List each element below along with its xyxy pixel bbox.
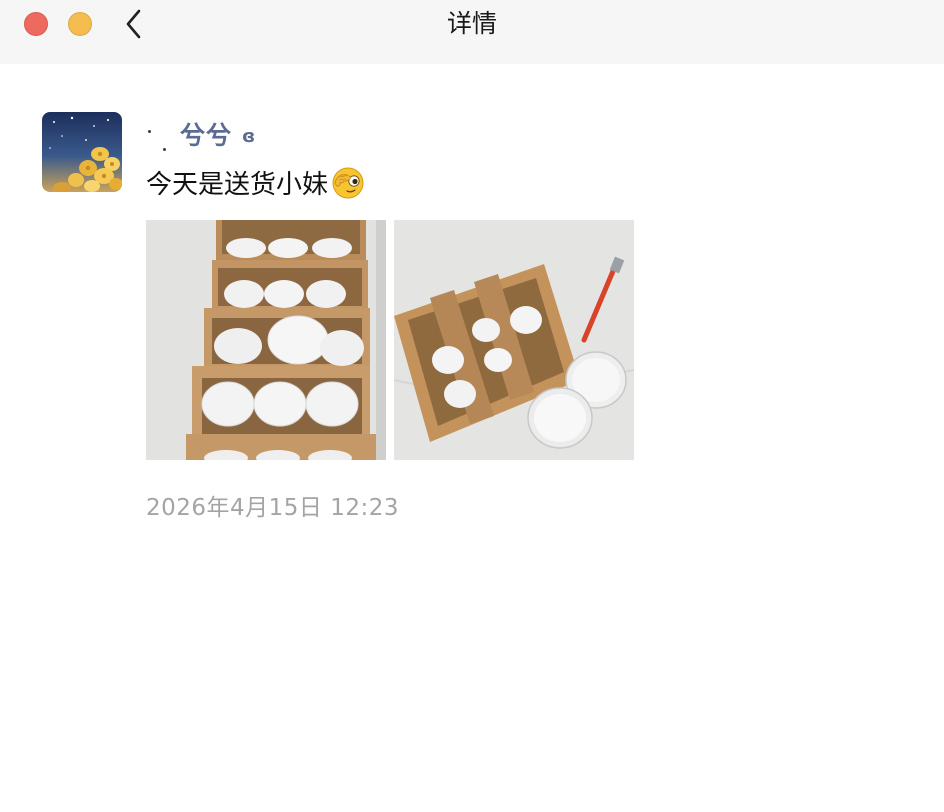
post-content: 今天是送货小妹	[146, 162, 366, 202]
moment-post: 兮兮 ɞ 今天是送货小妹 2026年4月15日 12:23	[0, 64, 944, 812]
back-button[interactable]	[118, 6, 150, 42]
window-close-button[interactable]	[24, 12, 48, 36]
post-photo-2[interactable]	[394, 220, 634, 460]
author-name-suffix: ɞ	[242, 125, 256, 147]
chevron-left-icon	[126, 9, 141, 39]
title-bar: 详情	[0, 0, 944, 64]
window-minimize-button[interactable]	[68, 12, 92, 36]
face-with-hand-over-eye-emoji	[332, 167, 364, 199]
post-timestamp: 2026年4月15日 12:23	[146, 495, 400, 521]
post-photo-1[interactable]	[146, 220, 386, 460]
avatar[interactable]	[42, 112, 122, 192]
username-decoration	[146, 116, 176, 152]
post-text: 今天是送货小妹	[146, 169, 329, 200]
author-row: 兮兮 ɞ	[146, 116, 255, 152]
author-name[interactable]: 兮兮	[180, 116, 232, 152]
